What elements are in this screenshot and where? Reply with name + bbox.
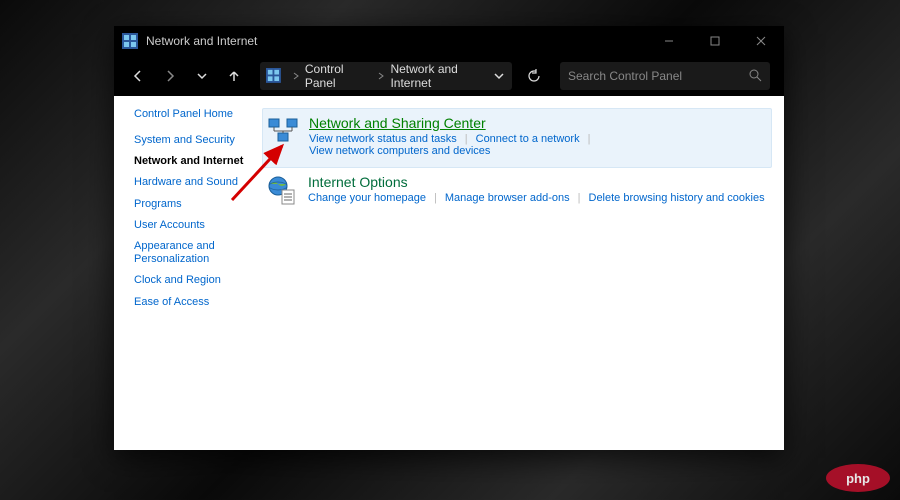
category-title-internet-options[interactable]: Internet Options xyxy=(308,174,408,190)
network-sharing-icon xyxy=(267,115,299,147)
search-placeholder: Search Control Panel xyxy=(568,69,748,83)
breadcrumb-item[interactable]: Network and Internet xyxy=(390,62,494,90)
sidebar-item-ease-of-access[interactable]: Ease of Access xyxy=(134,296,262,309)
sublink-connect-network[interactable]: Connect to a network xyxy=(476,133,580,145)
search-input[interactable]: Search Control Panel xyxy=(560,62,770,90)
sidebar: Control Panel Home System and Security N… xyxy=(114,108,262,450)
chevron-right-icon xyxy=(293,69,299,83)
window-controls xyxy=(646,26,784,56)
refresh-button[interactable] xyxy=(520,62,548,90)
svg-text:php: php xyxy=(846,471,870,486)
address-bar-icon xyxy=(266,68,281,84)
recent-locations-button[interactable] xyxy=(188,62,216,90)
sidebar-item-appearance-personalization[interactable]: Appearance and Personalization xyxy=(134,240,262,266)
separator: | xyxy=(588,133,591,145)
minimize-button[interactable] xyxy=(646,26,692,56)
separator: | xyxy=(578,192,581,204)
internet-options-icon xyxy=(266,174,298,206)
up-button[interactable] xyxy=(220,62,248,90)
app-icon xyxy=(122,33,138,49)
window-title: Network and Internet xyxy=(146,34,257,48)
back-button[interactable] xyxy=(124,62,152,90)
toolbar: Control Panel Network and Internet Searc… xyxy=(114,56,784,96)
chevron-right-icon xyxy=(378,69,384,83)
address-dropdown-button[interactable] xyxy=(494,69,504,83)
control-panel-window: Network and Internet Control Panel xyxy=(114,26,784,450)
sidebar-item-network-internet[interactable]: Network and Internet xyxy=(134,155,262,168)
sidebar-item-user-accounts[interactable]: User Accounts xyxy=(134,219,262,232)
breadcrumb-item[interactable]: Control Panel xyxy=(305,62,373,90)
search-icon xyxy=(748,68,762,85)
content: Network and Sharing Center View network … xyxy=(262,108,784,450)
sidebar-home[interactable]: Control Panel Home xyxy=(134,108,262,120)
sublink-delete-history[interactable]: Delete browsing history and cookies xyxy=(589,192,765,204)
titlebar: Network and Internet xyxy=(114,26,784,56)
category-title-network-sharing[interactable]: Network and Sharing Center xyxy=(309,115,486,131)
separator: | xyxy=(434,192,437,204)
sublink-change-homepage[interactable]: Change your homepage xyxy=(308,192,426,204)
section-internet-options: Internet Options Change your homepage | … xyxy=(262,168,772,216)
sublink-view-network-status[interactable]: View network status and tasks xyxy=(309,133,457,145)
section-network-sharing-center: Network and Sharing Center View network … xyxy=(262,108,772,168)
sublink-manage-addons[interactable]: Manage browser add-ons xyxy=(445,192,570,204)
sublink-view-network-computers[interactable]: View network computers and devices xyxy=(309,145,490,157)
sidebar-item-system-security[interactable]: System and Security xyxy=(134,134,262,147)
forward-button[interactable] xyxy=(156,62,184,90)
body: Control Panel Home System and Security N… xyxy=(114,96,784,450)
sidebar-item-programs[interactable]: Programs xyxy=(134,198,262,211)
separator: | xyxy=(465,133,468,145)
address-bar[interactable]: Control Panel Network and Internet xyxy=(260,62,512,90)
watermark-icon: php xyxy=(822,454,894,494)
close-button[interactable] xyxy=(738,26,784,56)
maximize-button[interactable] xyxy=(692,26,738,56)
sidebar-item-hardware-sound[interactable]: Hardware and Sound xyxy=(134,176,262,189)
sidebar-item-clock-region[interactable]: Clock and Region xyxy=(134,274,262,287)
